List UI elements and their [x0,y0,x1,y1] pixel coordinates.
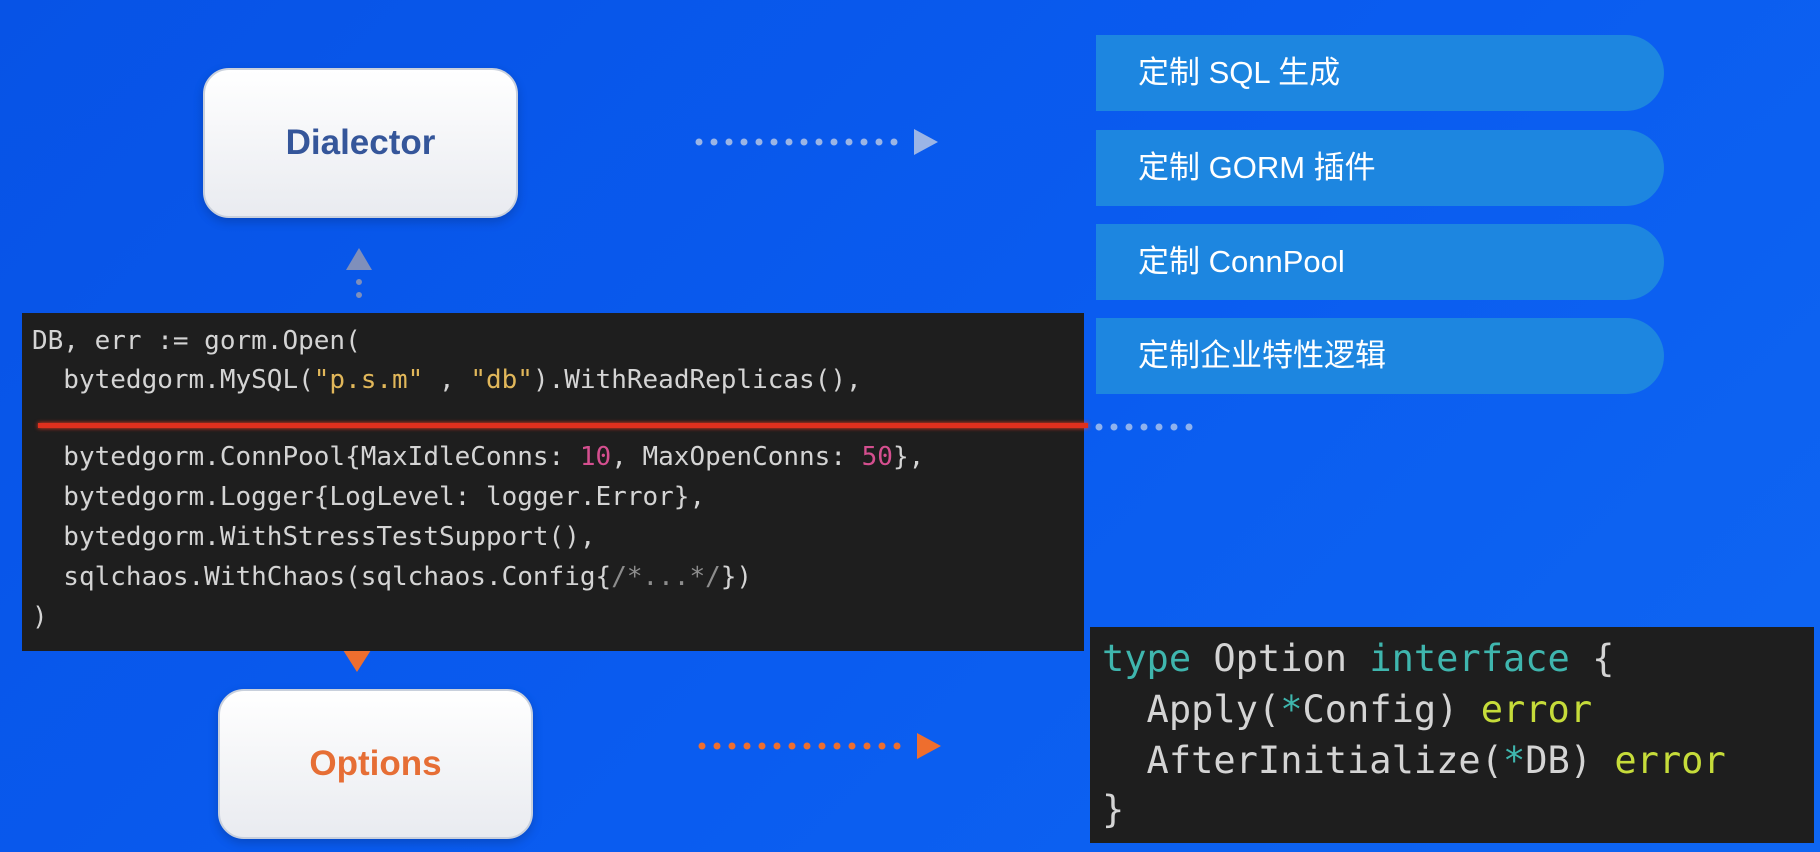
code-line: DB, err := gorm.Open( [32,326,361,356]
code-line: ) [32,602,48,632]
code-line: bytedgorm.ConnPool{MaxIdleConns: 10, Max… [32,442,925,472]
code-line: bytedgorm.MySQL("p.s.m" , "db").WithRead… [32,365,862,395]
feature-pill-sql: 定制 SQL 生成 [1096,35,1664,111]
red-separator-line [38,423,1088,428]
options-card: Options [218,689,533,839]
options-label: Options [309,744,442,783]
dialector-arrow-up-icon [346,248,372,305]
dialector-card: Dialector [203,68,518,218]
feature-pill-plugin: 定制 GORM 插件 [1096,130,1664,206]
code-line: bytedgorm.WithStressTestSupport(), [32,522,596,552]
options-arrow-right-icon [698,733,941,759]
option-interface-code-block: type Option interface { Apply(*Config) e… [1090,627,1814,843]
dialector-label: Dialector [285,123,436,162]
feature-pill-connpool: 定制 ConnPool [1096,224,1664,300]
code-line: type Option interface { [1102,637,1615,680]
code-line: AfterInitialize(*DB) error [1102,739,1726,782]
gorm-open-code-block: DB, err := gorm.Open( bytedgorm.MySQL("p… [22,313,1088,651]
code-line: sqlchaos.WithChaos(sqlchaos.Config{/*...… [32,562,753,592]
code-line: } [1102,788,1125,831]
feature-pill-enterprise: 定制企业特性逻辑 [1096,318,1664,394]
code-line: bytedgorm.Logger{LogLevel: logger.Error}… [32,482,706,512]
dialector-arrow-right-icon [695,129,938,155]
code-line: Apply(*Config) error [1102,688,1593,731]
